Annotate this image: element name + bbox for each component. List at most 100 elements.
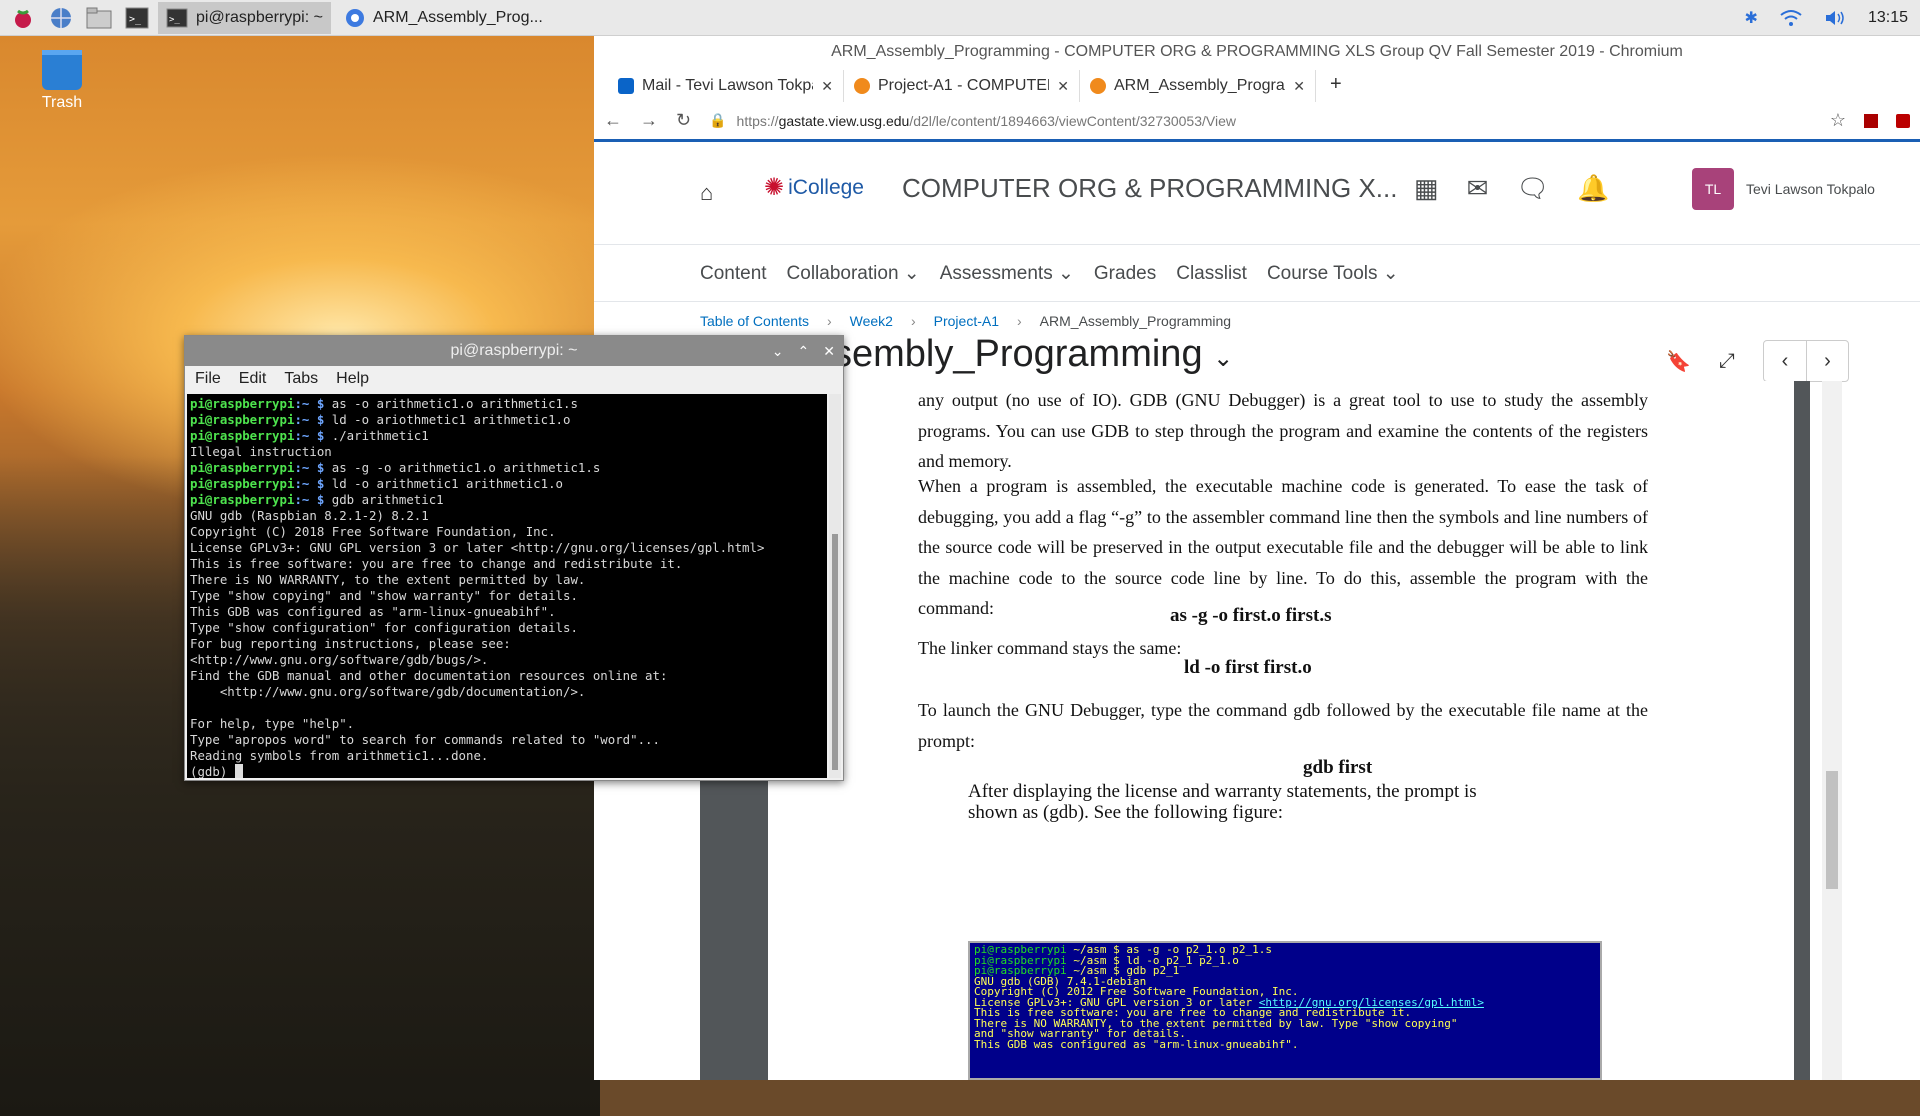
user-name[interactable]: Tevi Lawson Tokpalo xyxy=(1746,181,1875,197)
terminal-line: Type "show configuration" for configurat… xyxy=(190,620,578,635)
url-path: /d2l/le/content/1894663/viewContent/3273… xyxy=(909,112,1236,129)
home-icon[interactable]: ⌂ xyxy=(700,180,713,206)
extension-shield-icon[interactable] xyxy=(1896,113,1910,128)
minimize-icon[interactable]: ⌄ xyxy=(772,336,784,366)
terminal-scrollbar[interactable] xyxy=(829,394,841,778)
file-manager-icon[interactable] xyxy=(84,3,114,33)
lms-header: ⌂ ✺ iCollege COMPUTER ORG & PROGRAMMING X… xyxy=(594,145,1920,245)
volume-icon[interactable] xyxy=(1824,9,1846,27)
d2l-icon xyxy=(1090,78,1106,94)
breadcrumb: Table of Contents › Week2 › Project-A1 › AR… xyxy=(700,313,1232,329)
svg-text:>_: >_ xyxy=(129,14,142,25)
forward-icon[interactable]: → xyxy=(640,110,658,131)
pdf-viewer[interactable]: any output (no use of IO). GDB (GNU Debu… xyxy=(700,381,1810,1080)
nav-classlist[interactable]: Classlist xyxy=(1176,263,1247,285)
nav-course-tools[interactable]: Course Tools ⌄ xyxy=(1267,262,1399,285)
terminal-line: Type "apropos word" to search for comman… xyxy=(190,732,660,747)
close-icon[interactable]: ✕ xyxy=(1057,78,1069,95)
chat-icon[interactable]: 🗨 xyxy=(1516,173,1549,204)
terminal-line: This is free software: you are free to c… xyxy=(190,556,683,571)
trash-icon xyxy=(42,50,82,90)
window-title: ARM_Assembly_Programming - COMPUTER ORG … xyxy=(594,36,1920,68)
terminal-line: pi@raspberrypi:~ $ ./arithmetic1 xyxy=(190,428,429,443)
doc-paragraph: any output (no use of IO). GDB (GNU Debu… xyxy=(918,390,1648,471)
reload-icon[interactable]: ↻ xyxy=(676,110,691,131)
course-selector-grid-icon[interactable]: ▦ xyxy=(1414,173,1439,204)
taskbar-task-terminal[interactable]: >_ pi@raspberrypi: ~ xyxy=(158,1,331,34)
terminal-cursor xyxy=(234,764,243,778)
breadcrumb-project-a1[interactable]: Project-A1 xyxy=(934,313,999,329)
new-tab-button[interactable]: + xyxy=(1330,73,1342,96)
close-icon[interactable]: ✕ xyxy=(821,78,833,95)
browser-launcher-icon[interactable] xyxy=(46,3,76,33)
taskbar: >_ >_ pi@raspberrypi: ~ ARM_Assembly_Pro… xyxy=(0,0,1920,36)
terminal-icon: >_ xyxy=(166,8,188,27)
terminal-line: License GPLv3+: GNU GPL version 3 or lat… xyxy=(190,540,765,555)
tab-title: Mail - Tevi Lawson Tokpa xyxy=(642,77,814,94)
address-bar[interactable]: 🔒 https://gastate.view.usg.edu/d2l/le/co… xyxy=(709,112,1812,129)
nav-collaboration[interactable]: Collaboration ⌄ xyxy=(787,262,920,285)
terminal-line: Find the GDB manual and other documentat… xyxy=(190,668,668,683)
doc-paragraph: To launch the GNU Debugger, type the com… xyxy=(918,700,1648,751)
wifi-icon[interactable] xyxy=(1780,9,1802,27)
close-icon[interactable]: ✕ xyxy=(1293,78,1305,95)
pdf-page: any output (no use of IO). GDB (GNU Debu… xyxy=(768,381,1794,1080)
terminal-line: pi@raspberrypi:~ $ ld -o ariothmetic1 ar… xyxy=(190,412,571,427)
raspberry-menu-icon[interactable] xyxy=(8,3,38,33)
tab-arm-assembly[interactable]: ARM_Assembly_Program ✕ xyxy=(1080,70,1316,102)
terminal-line: There is NO WARRANTY, to the extent perm… xyxy=(190,572,586,587)
outlook-icon xyxy=(618,78,634,94)
bookmark-star-icon[interactable]: ☆ xyxy=(1830,110,1846,131)
notification-bell-icon[interactable]: 🔔 xyxy=(1577,173,1609,204)
tab-title: ARM_Assembly_Program xyxy=(1114,77,1286,94)
menu-tabs[interactable]: Tabs xyxy=(284,370,318,388)
terminal-line: pi@raspberrypi:~ $ as -o arithmetic1.o a… xyxy=(190,396,578,411)
bluetooth-icon[interactable]: ✱ xyxy=(1745,8,1758,28)
nav-content[interactable]: Content xyxy=(700,263,767,285)
menu-file[interactable]: File xyxy=(195,370,221,388)
extension-icon[interactable] xyxy=(1864,113,1878,128)
lock-icon: 🔒 xyxy=(709,112,727,128)
terminal-titlebar[interactable]: pi@raspberrypi: ~ ⌄ ⌃ ✕ xyxy=(185,336,843,366)
terminal-line: Type "show copying" and "show warranty" … xyxy=(190,588,578,603)
trash-label: Trash xyxy=(41,94,83,111)
nav-assessments[interactable]: Assessments ⌄ xyxy=(940,262,1074,285)
url-domain: gastate.view.usg.edu xyxy=(778,112,910,129)
doc-command: gdb first xyxy=(1303,757,1373,778)
breadcrumb-toc[interactable]: Table of Contents xyxy=(700,313,809,329)
terminal-output[interactable]: pi@raspberrypi:~ $ as -o arithmetic1.o a… xyxy=(187,394,827,778)
bookmark-icon[interactable]: 🔖 xyxy=(1666,349,1691,374)
tab-project-a1[interactable]: Project-A1 - COMPUTER ✕ xyxy=(844,70,1080,102)
close-icon[interactable]: ✕ xyxy=(823,336,835,366)
menu-help[interactable]: Help xyxy=(336,370,369,388)
terminal-line: GNU gdb (Raspbian 8.2.1-2) 8.2.1 xyxy=(190,508,429,523)
previous-topic-button[interactable]: ‹ xyxy=(1764,341,1806,381)
doc-paragraph: After displaying the license and warrant… xyxy=(968,781,1477,823)
terminal-line: Copyright (C) 2018 Free Software Foundat… xyxy=(190,524,556,539)
browser-toolbar: ← → ↻ 🔒 https://gastate.view.usg.edu/d2l… xyxy=(594,102,1920,142)
back-icon[interactable]: ← xyxy=(604,110,622,131)
icollege-logo[interactable]: ✺ iCollege xyxy=(764,173,864,202)
terminal-line: (gdb) xyxy=(190,764,824,778)
tab-mail[interactable]: Mail - Tevi Lawson Tokpa ✕ xyxy=(608,70,844,102)
menu-edit[interactable]: Edit xyxy=(239,370,267,388)
terminal-title: pi@raspberrypi: ~ xyxy=(450,342,578,359)
fullscreen-icon[interactable]: ⤢ xyxy=(1719,350,1735,373)
course-title[interactable]: COMPUTER ORG & PROGRAMMING X... xyxy=(902,173,1397,204)
trash-desktop-icon[interactable]: Trash xyxy=(30,50,94,112)
nav-grades[interactable]: Grades xyxy=(1094,263,1156,285)
clock[interactable]: 13:15 xyxy=(1868,9,1908,27)
maximize-icon[interactable]: ⌃ xyxy=(798,336,810,366)
terminal-line: This GDB was configured as "arm-linux-gn… xyxy=(190,604,556,619)
logo-text: iCollege xyxy=(788,175,864,199)
next-topic-button[interactable]: › xyxy=(1805,341,1848,381)
breadcrumb-week2[interactable]: Week2 xyxy=(850,313,893,329)
mail-icon[interactable]: ✉ xyxy=(1467,173,1489,204)
taskbar-task-chromium[interactable]: ARM_Assembly_Prog... xyxy=(337,2,551,34)
terminal-window: pi@raspberrypi: ~ ⌄ ⌃ ✕ File Edit Tabs H… xyxy=(184,335,844,781)
terminal-line: pi@raspberrypi:~ $ ld -o arithmetic1 ari… xyxy=(190,476,564,491)
avatar[interactable]: TL xyxy=(1692,168,1734,210)
doc-paragraph: When a program is assembled, the executa… xyxy=(918,476,1648,618)
pdf-scrollbar[interactable] xyxy=(1822,381,1842,1080)
terminal-launcher-icon[interactable]: >_ xyxy=(122,3,152,33)
